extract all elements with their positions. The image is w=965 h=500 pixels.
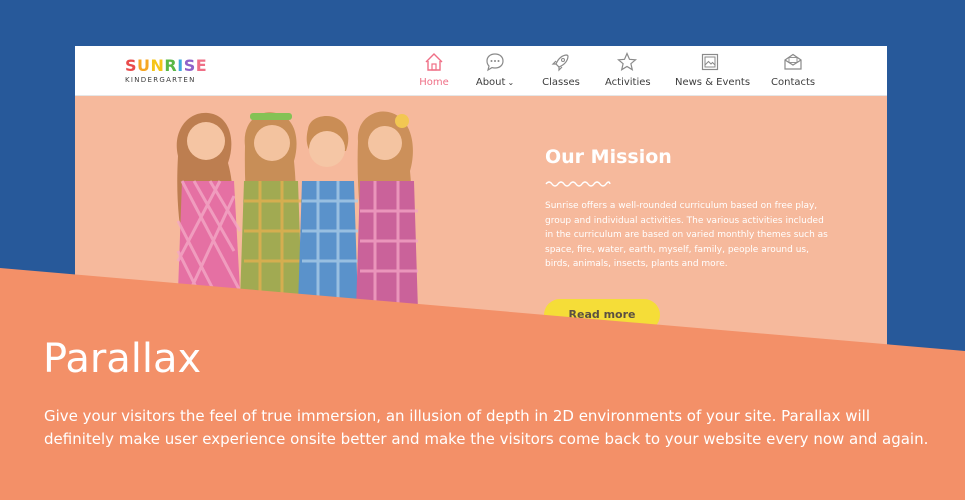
banner-description: Give your visitors the feel of true imme…	[44, 407, 929, 448]
banner-headline: Parallax	[43, 336, 202, 382]
parallax-banner: Parallax Give your visitors the feel of …	[0, 0, 965, 500]
